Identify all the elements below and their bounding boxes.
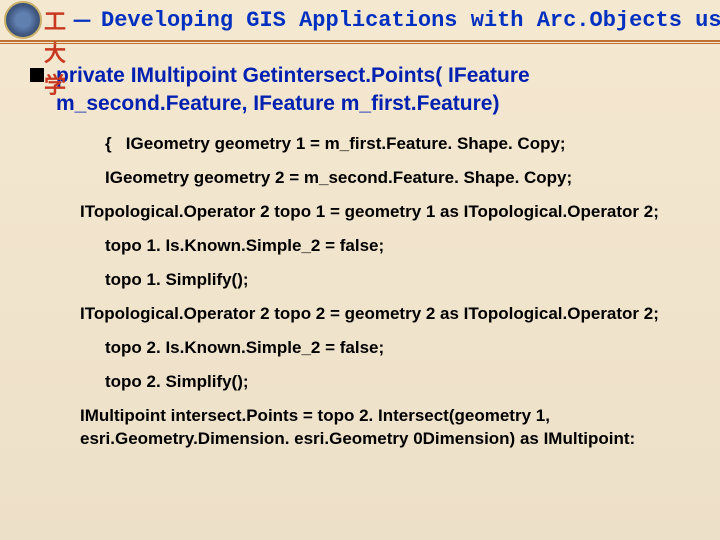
bullet-icon <box>30 68 44 82</box>
slide-content: private IMultipoint Getintersect.Points(… <box>0 42 720 450</box>
code-line-8: topo 2. Simplify(); <box>105 371 700 393</box>
slide-header: 西理工大学 － Developing GIS Applications with… <box>0 0 720 42</box>
code-line-6: ITopological.Operator 2 topo 2 = geometr… <box>50 303 700 325</box>
header-dash: － <box>71 4 93 36</box>
university-name: 西理工大学 <box>44 0 67 100</box>
code-line-5: topo 1. Simplify(); <box>105 269 700 291</box>
code-block: IGeometry geometry 1 = m_first.Feature. … <box>30 133 700 450</box>
code-line-7: topo 2. Is.Known.Simple_2 = false; <box>105 337 700 359</box>
course-title: Developing GIS Applications with Arc.Obj… <box>101 8 720 33</box>
code-line-4: topo 1. Is.Known.Simple_2 = false; <box>105 235 700 257</box>
code-line-2: IGeometry geometry 2 = m_second.Feature.… <box>105 167 700 189</box>
university-logo-icon <box>4 1 42 39</box>
method-signature-row: private IMultipoint Getintersect.Points(… <box>30 62 700 119</box>
method-signature: private IMultipoint Getintersect.Points(… <box>56 62 700 119</box>
code-line-3: ITopological.Operator 2 topo 1 = geometr… <box>50 201 700 223</box>
code-line-1: IGeometry geometry 1 = m_first.Feature. … <box>105 133 700 155</box>
code-line-9: IMultipoint intersect.Points = topo 2. I… <box>50 405 700 449</box>
